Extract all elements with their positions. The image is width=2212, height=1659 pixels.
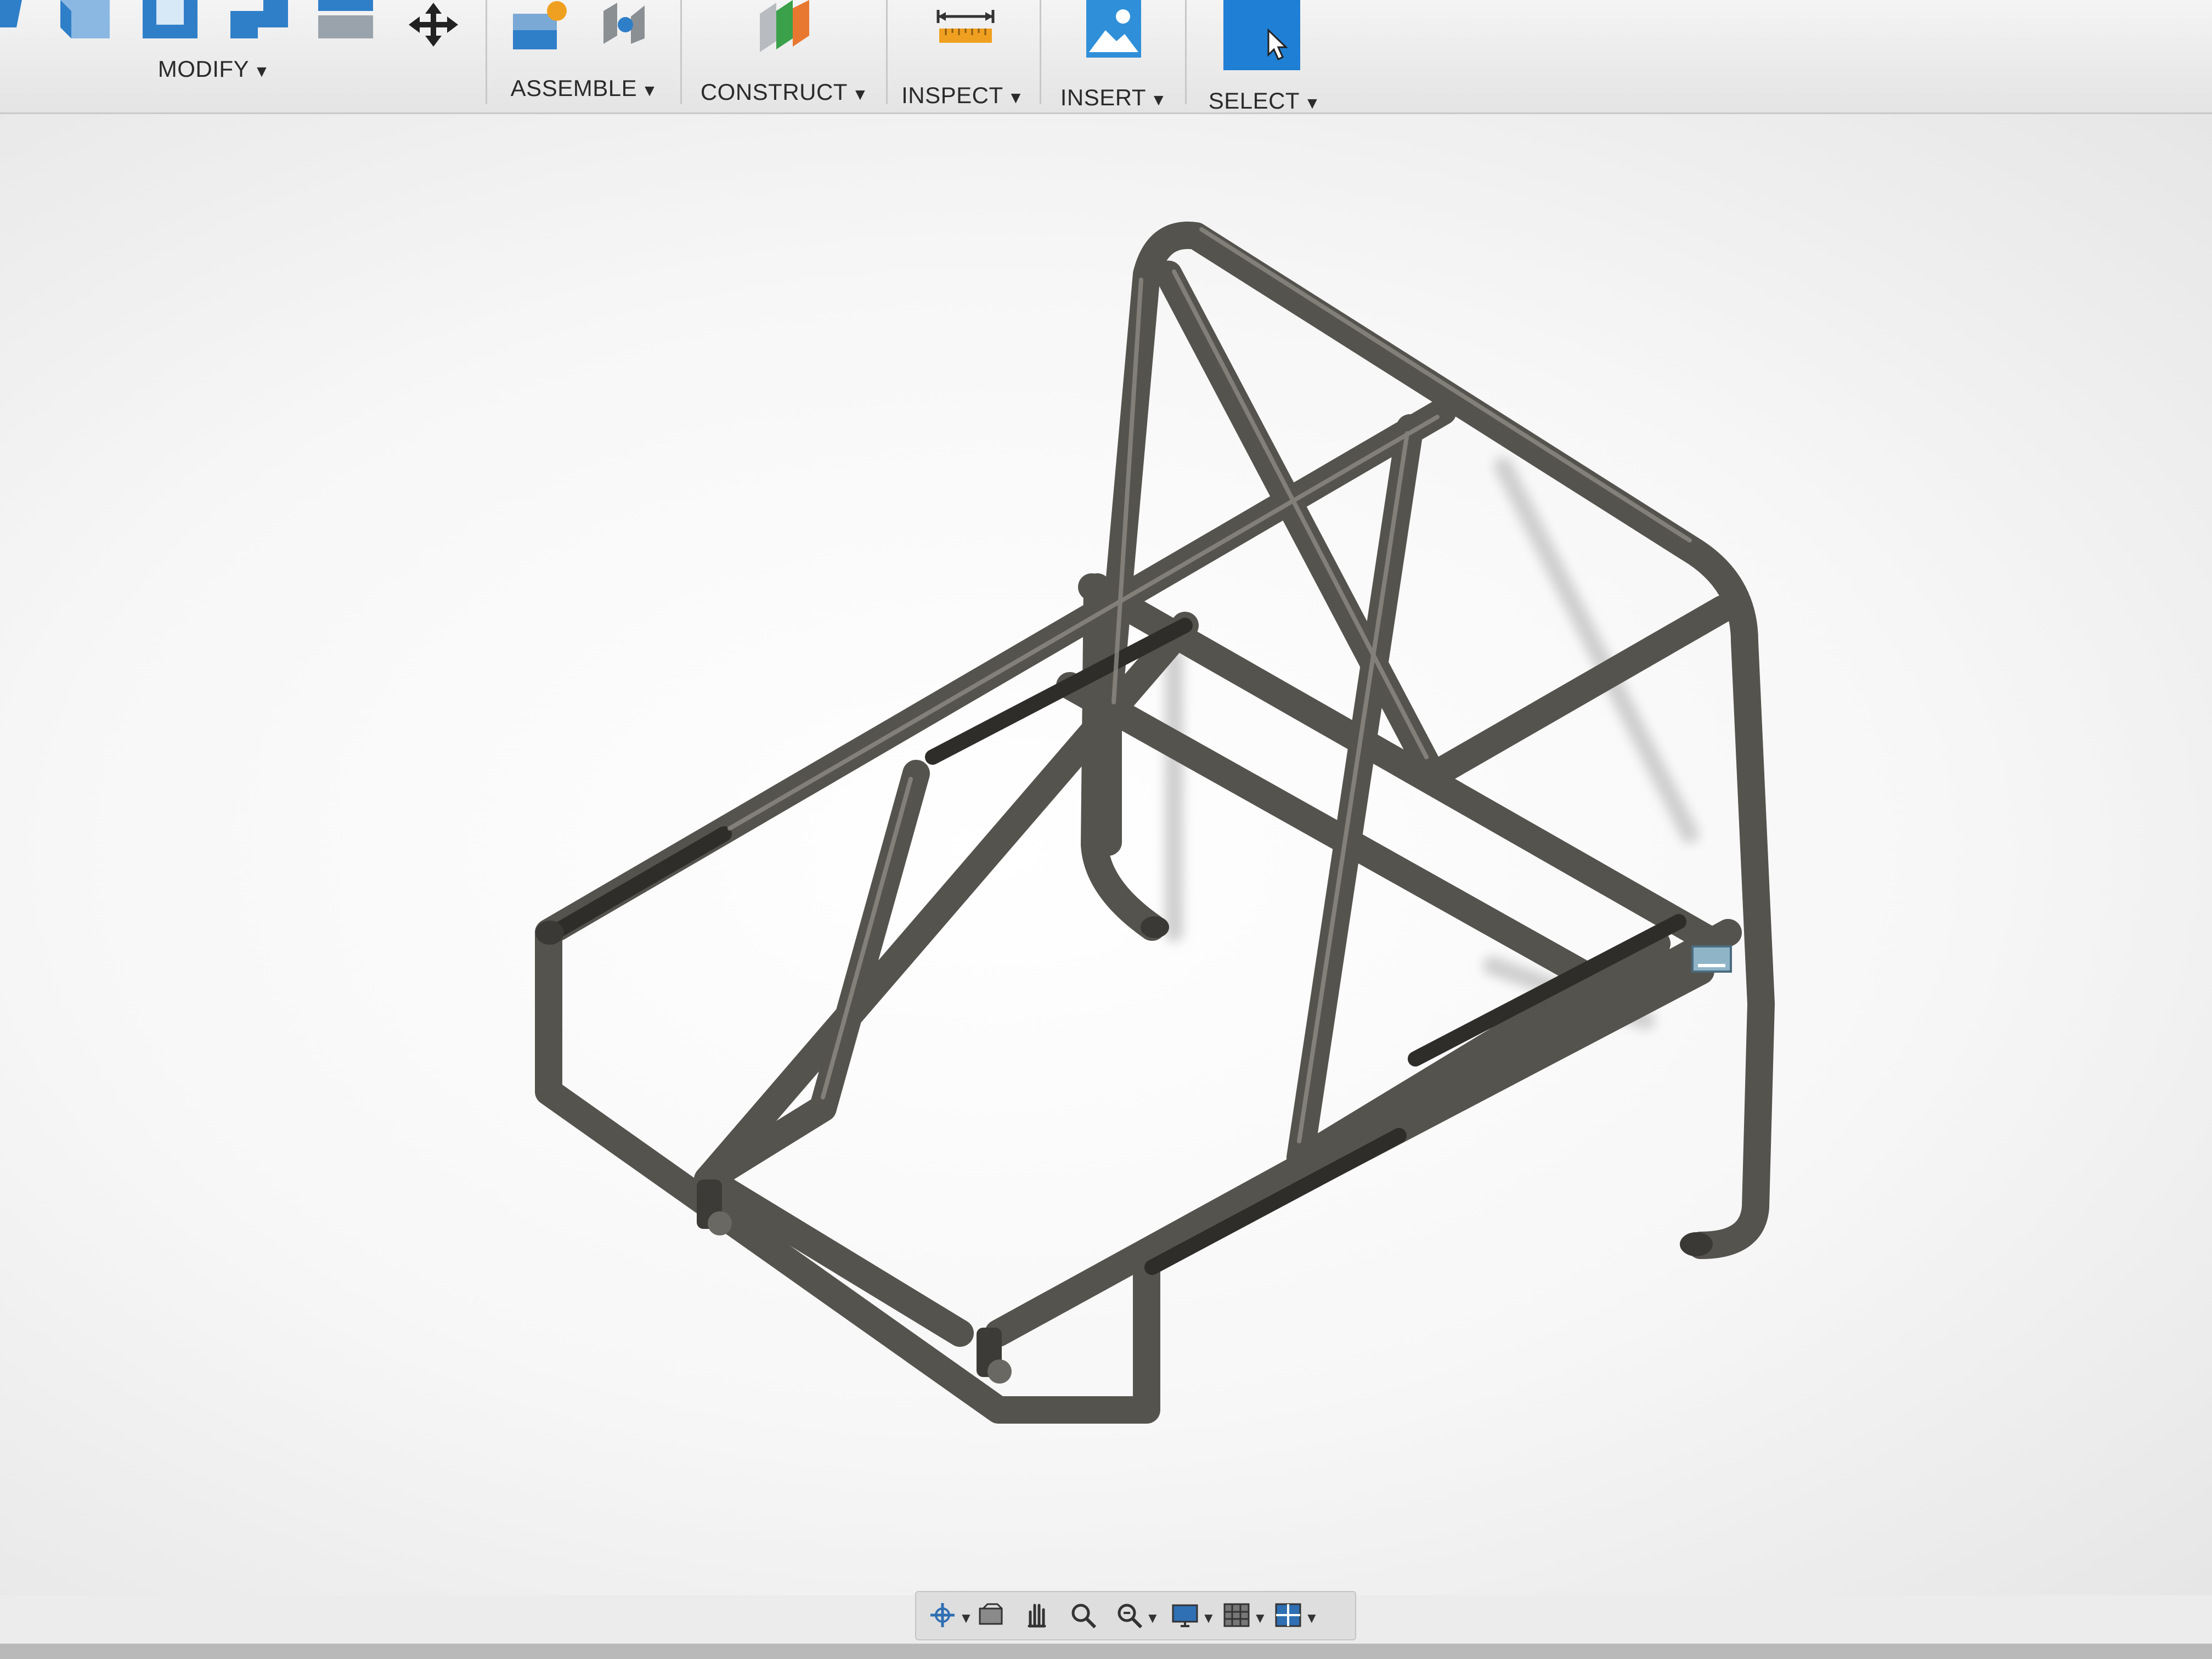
inspect-group[interactable]: INSPECT ▼ bbox=[889, 0, 1037, 110]
separator bbox=[1040, 0, 1041, 104]
select-label[interactable]: SELECT ▼ bbox=[1188, 88, 1341, 114]
separator bbox=[1185, 0, 1187, 104]
orbit-caret-icon[interactable]: ▼ bbox=[959, 1610, 973, 1627]
insert-group[interactable]: INSERT ▼ bbox=[1042, 0, 1185, 110]
select-text: SELECT bbox=[1208, 88, 1300, 114]
construct-group[interactable]: CONSTRUCT ▼ bbox=[683, 0, 886, 110]
assemble-caret: ▼ bbox=[641, 82, 658, 100]
inspect-label[interactable]: INSPECT ▼ bbox=[889, 82, 1037, 109]
insert-label[interactable]: INSERT ▼ bbox=[1042, 84, 1185, 111]
insert-caret: ▼ bbox=[1150, 91, 1167, 109]
fillet-icon[interactable] bbox=[55, 0, 115, 44]
toolbar: MODIFY ▼ ASSEMBLE ▼ CONSTRUCT ▼ INSPECT … bbox=[0, 0, 2212, 114]
separator bbox=[486, 0, 487, 104]
inspect-caret: ▼ bbox=[1007, 89, 1024, 107]
insert-text: INSERT bbox=[1060, 84, 1147, 110]
display-caret-icon[interactable]: ▼ bbox=[1201, 1610, 1216, 1627]
construct-caret: ▼ bbox=[851, 86, 869, 104]
replace-face-icon[interactable] bbox=[313, 0, 379, 44]
new-component-icon[interactable] bbox=[510, 0, 571, 52]
zoom-icon[interactable] bbox=[1068, 1600, 1098, 1630]
combine-icon[interactable] bbox=[225, 0, 291, 44]
measure-icon[interactable] bbox=[933, 0, 998, 49]
construct-text: CONSTRUCT bbox=[700, 79, 848, 105]
tube-frame[interactable] bbox=[535, 221, 1775, 1424]
offset-plane-icon[interactable] bbox=[752, 0, 817, 55]
modify-group[interactable]: MODIFY ▼ bbox=[0, 0, 483, 110]
roll-cage-model[interactable] bbox=[0, 114, 2212, 1595]
separator bbox=[680, 0, 682, 104]
select-caret: ▼ bbox=[1304, 94, 1321, 112]
view-gizmo-icon[interactable] bbox=[1691, 945, 1732, 973]
modify-label[interactable]: MODIFY ▼ bbox=[121, 56, 307, 82]
inspect-text: INSPECT bbox=[901, 82, 1003, 108]
insert-image-icon[interactable] bbox=[1084, 0, 1144, 60]
grid-caret-icon[interactable]: ▼ bbox=[1253, 1610, 1267, 1627]
joint-icon[interactable] bbox=[598, 0, 658, 52]
viewports-icon[interactable] bbox=[1273, 1600, 1304, 1630]
look-at-icon[interactable] bbox=[975, 1600, 1006, 1630]
fit-icon[interactable] bbox=[1114, 1600, 1144, 1630]
navigation-bar: ▼ ▼ ▼ ▼ ▼ bbox=[915, 1591, 1356, 1640]
viewports-caret-icon[interactable]: ▼ bbox=[1305, 1610, 1319, 1627]
grid-settings-icon[interactable] bbox=[1221, 1600, 1252, 1630]
modify-caret: ▼ bbox=[253, 63, 270, 81]
rear-brace-tube bbox=[1418, 595, 1736, 790]
modify-text: MODIFY bbox=[157, 56, 250, 82]
select-group[interactable]: SELECT ▼ bbox=[1188, 0, 1341, 114]
construct-label[interactable]: CONSTRUCT ▼ bbox=[683, 79, 886, 105]
assemble-group[interactable]: ASSEMBLE ▼ bbox=[488, 0, 680, 110]
zoom-caret-icon[interactable]: ▼ bbox=[1146, 1610, 1160, 1627]
press-pull-icon[interactable] bbox=[0, 0, 33, 44]
orbit-icon[interactable] bbox=[927, 1600, 958, 1630]
model-shadow bbox=[1165, 457, 1699, 1030]
pan-icon[interactable] bbox=[1022, 1600, 1052, 1630]
display-settings-icon[interactable] bbox=[1170, 1600, 1200, 1630]
separator bbox=[886, 0, 888, 104]
select-cursor-icon[interactable] bbox=[1223, 0, 1300, 71]
assemble-text: ASSEMBLE bbox=[510, 75, 637, 101]
move-icon[interactable] bbox=[398, 0, 469, 49]
assemble-label[interactable]: ASSEMBLE ▼ bbox=[488, 75, 680, 101]
model-canvas[interactable] bbox=[0, 114, 2212, 1595]
shell-icon[interactable] bbox=[137, 0, 203, 44]
bottom-strip bbox=[0, 1644, 2212, 1659]
